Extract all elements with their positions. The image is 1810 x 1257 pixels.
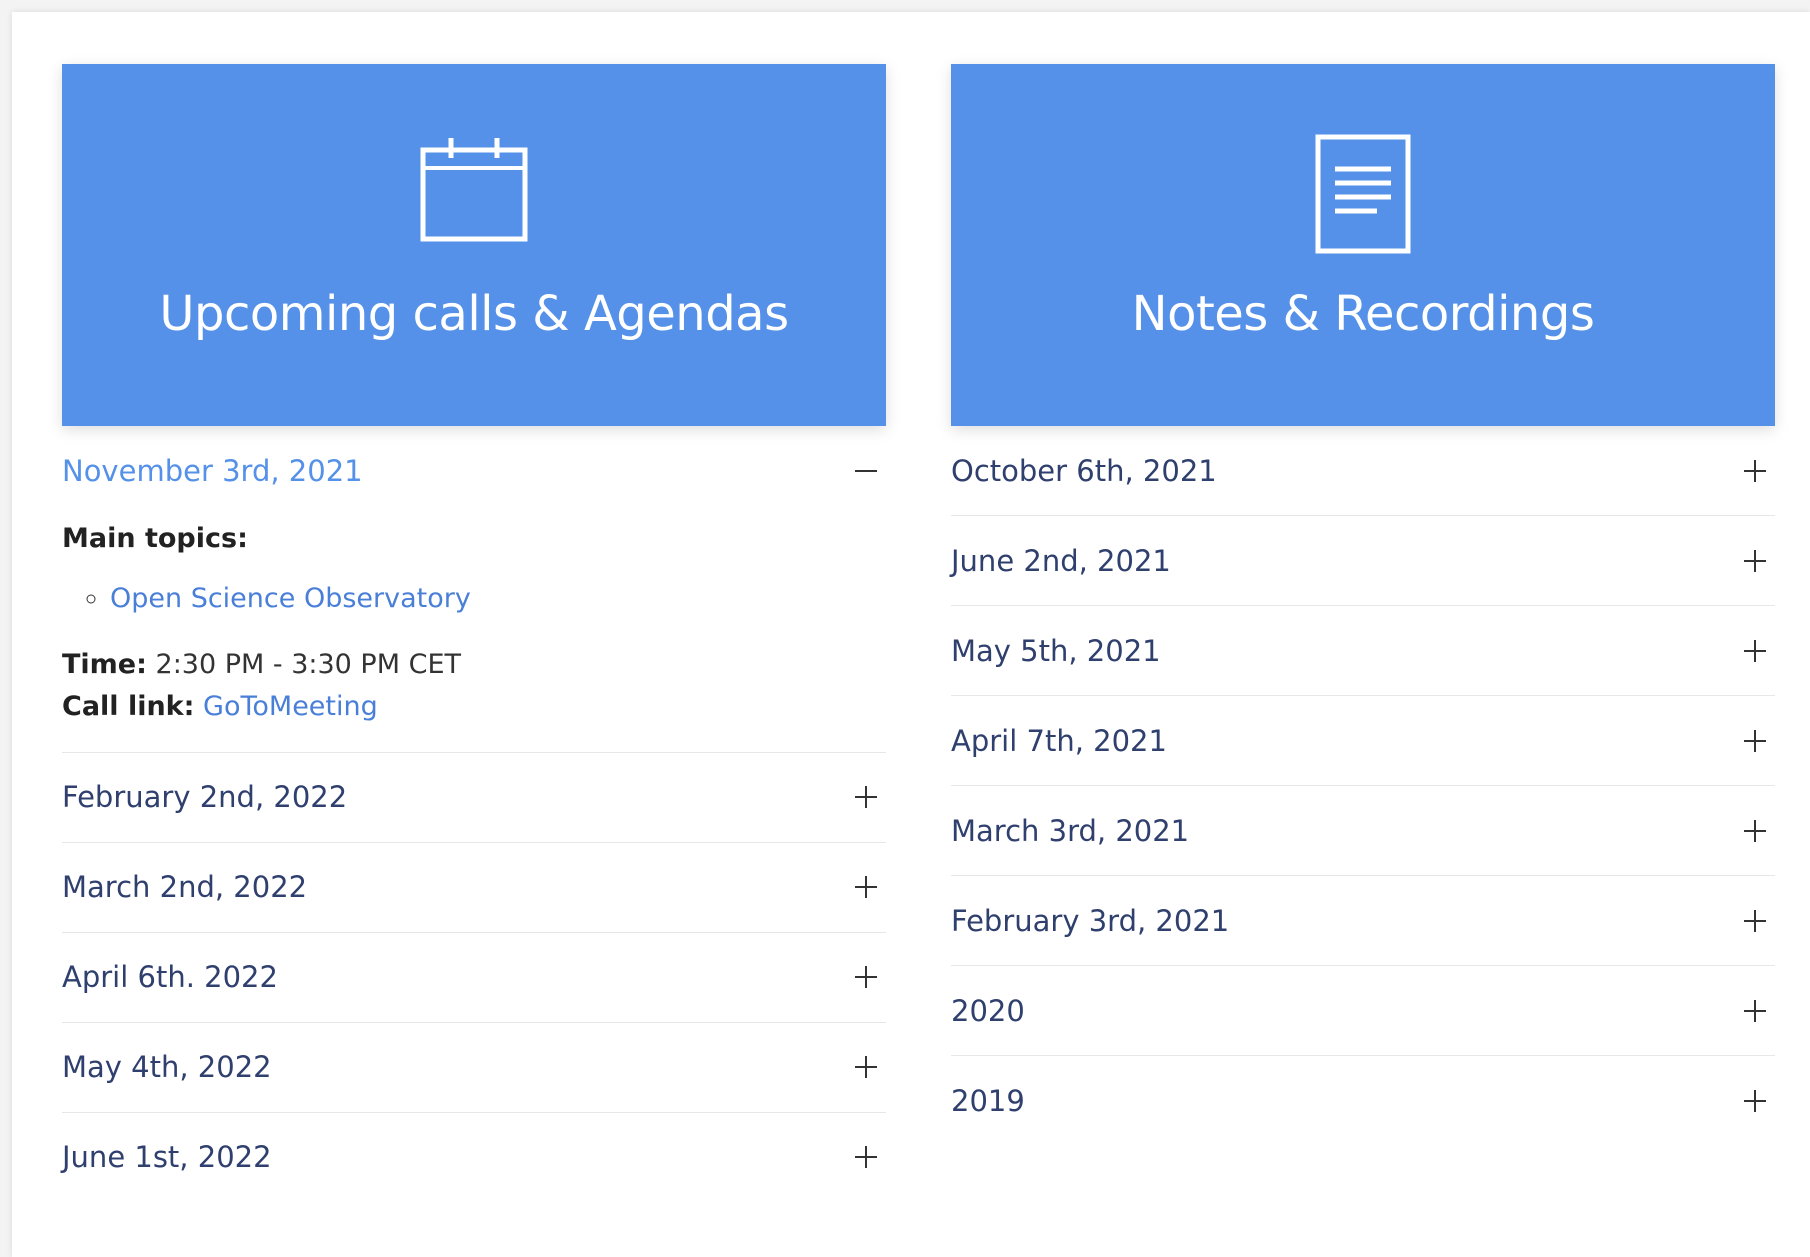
time-label: Time: [62, 648, 147, 680]
list-item: March 2nd, 2022 [62, 843, 886, 933]
plus-icon[interactable] [846, 777, 886, 817]
accordion-header[interactable]: February 3rd, 2021 [951, 876, 1775, 965]
accordion-label: 2020 [951, 993, 1025, 1028]
accordion-label: February 3rd, 2021 [951, 903, 1230, 938]
upcoming-calls-banner[interactable]: Upcoming calls & Agendas [62, 64, 886, 426]
list-item: February 2nd, 2022 [62, 753, 886, 843]
plus-icon[interactable] [1735, 721, 1775, 761]
list-item: 2019 [951, 1056, 1775, 1145]
accordion-header[interactable]: March 2nd, 2022 [62, 843, 886, 932]
upcoming-calls-column: Upcoming calls & Agendas November 3rd, 2… [62, 64, 886, 1202]
accordion-label: March 3rd, 2021 [951, 813, 1190, 848]
plus-icon[interactable] [1735, 991, 1775, 1031]
list-item: October 6th, 2021 [951, 426, 1775, 516]
accordion-label: February 2nd, 2022 [62, 780, 348, 815]
accordion-header[interactable]: 2019 [951, 1056, 1775, 1145]
calendar-icon [420, 136, 528, 247]
call-link-label: Call link: [62, 690, 195, 722]
notes-recordings-title: Notes & Recordings [1131, 286, 1595, 342]
plus-icon[interactable] [846, 867, 886, 907]
plus-icon[interactable] [846, 957, 886, 997]
plus-icon[interactable] [1735, 631, 1775, 671]
accordion-header[interactable]: 2020 [951, 966, 1775, 1055]
plus-icon[interactable] [1735, 901, 1775, 941]
accordion-header[interactable]: June 1st, 2022 [62, 1113, 886, 1202]
call-link-line: Call link: GoToMeeting [62, 686, 886, 728]
accordion-label: April 7th, 2021 [951, 723, 1167, 758]
accordion-header[interactable]: May 5th, 2021 [951, 606, 1775, 695]
list-item: February 3rd, 2021 [951, 876, 1775, 966]
accordion-header[interactable]: May 4th, 2022 [62, 1023, 886, 1112]
accordion-label: April 6th. 2022 [62, 960, 278, 995]
accordion-label: March 2nd, 2022 [62, 870, 308, 905]
minus-icon[interactable] [846, 451, 886, 491]
notes-recordings-list: October 6th, 2021 June 2nd, 2021 May 5th… [951, 426, 1775, 1145]
list-item: 2020 [951, 966, 1775, 1056]
list-item: June 1st, 2022 [62, 1113, 886, 1202]
topic-item: Open Science Observatory [110, 580, 886, 618]
accordion-label: 2019 [951, 1083, 1025, 1118]
notes-recordings-column: Notes & Recordings October 6th, 2021 Jun… [951, 64, 1775, 1145]
accordion-label: May 5th, 2021 [951, 633, 1161, 668]
notes-recordings-banner[interactable]: Notes & Recordings [951, 64, 1775, 426]
list-item: May 5th, 2021 [951, 606, 1775, 696]
time-line: Time: 2:30 PM - 3:30 PM CET [62, 644, 886, 686]
topics-list: Open Science Observatory [62, 580, 886, 618]
document-icon [1315, 134, 1411, 259]
accordion-label: November 3rd, 2021 [62, 453, 363, 488]
plus-icon[interactable] [1735, 811, 1775, 851]
page: Upcoming calls & Agendas November 3rd, 2… [12, 12, 1810, 1257]
accordion-header[interactable]: October 6th, 2021 [951, 426, 1775, 515]
accordion-header[interactable]: April 7th, 2021 [951, 696, 1775, 785]
list-item: March 3rd, 2021 [951, 786, 1775, 876]
list-item: June 2nd, 2021 [951, 516, 1775, 606]
accordion-header[interactable]: February 2nd, 2022 [62, 753, 886, 842]
accordion-label: May 4th, 2022 [62, 1050, 272, 1085]
upcoming-calls-list: November 3rd, 2021 Main topics: Open Sci… [62, 426, 886, 1202]
topic-link[interactable]: Open Science Observatory [110, 583, 471, 614]
accordion-label: October 6th, 2021 [951, 453, 1217, 488]
list-item: May 4th, 2022 [62, 1023, 886, 1113]
accordion-header[interactable]: April 6th. 2022 [62, 933, 886, 1022]
plus-icon[interactable] [1735, 541, 1775, 581]
list-item: April 6th. 2022 [62, 933, 886, 1023]
plus-icon[interactable] [846, 1047, 886, 1087]
accordion-header[interactable]: June 2nd, 2021 [951, 516, 1775, 605]
accordion-label: June 2nd, 2021 [951, 543, 1171, 578]
list-item: April 7th, 2021 [951, 696, 1775, 786]
plus-icon[interactable] [1735, 451, 1775, 491]
accordion-header[interactable]: March 3rd, 2021 [951, 786, 1775, 875]
accordion-label: June 1st, 2022 [62, 1140, 272, 1175]
plus-icon[interactable] [846, 1137, 886, 1177]
accordion-body: Main topics: Open Science Observatory Ti… [62, 523, 886, 752]
call-link[interactable]: GoToMeeting [203, 691, 378, 722]
upcoming-calls-title: Upcoming calls & Agendas [159, 286, 789, 342]
accordion-header[interactable]: November 3rd, 2021 [62, 426, 886, 515]
plus-icon[interactable] [1735, 1081, 1775, 1121]
list-item: November 3rd, 2021 Main topics: Open Sci… [62, 426, 886, 753]
time-value: 2:30 PM - 3:30 PM CET [155, 648, 461, 680]
main-topics-heading: Main topics: [62, 523, 248, 554]
